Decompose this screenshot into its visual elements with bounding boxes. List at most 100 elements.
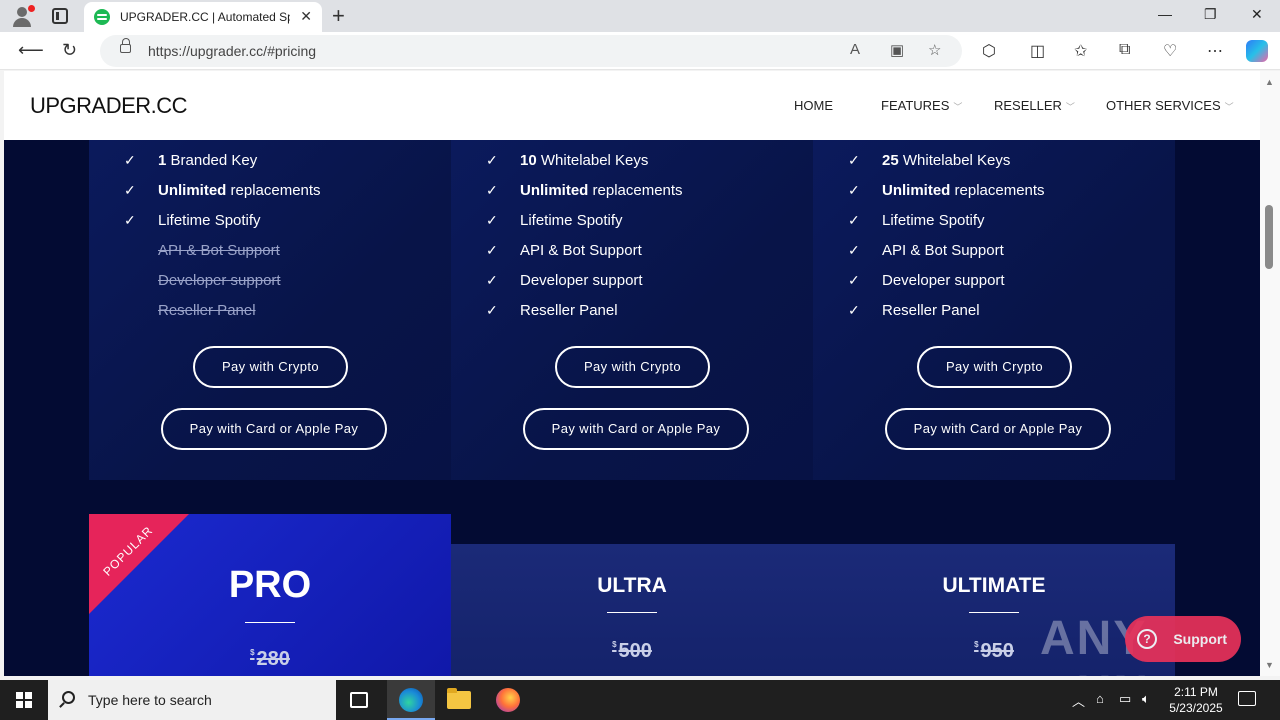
chevron-down-icon: ﹀ <box>953 102 963 112</box>
tab-actions-icon[interactable] <box>52 8 68 24</box>
copilot-icon[interactable] <box>1246 40 1268 62</box>
pay-card-button[interactable]: Pay with Card or Apple Pay <box>523 408 749 450</box>
page-scrollbar[interactable]: ▲ ▼ <box>1260 71 1280 676</box>
menu-home[interactable]: HOME <box>794 98 833 113</box>
support-label: Support <box>1173 631 1227 647</box>
check-icon: ✓ <box>848 302 860 318</box>
feature-text: Lifetime Spotify <box>520 212 623 229</box>
feature-label: API & Bot Support <box>158 242 280 259</box>
tab-title: UPGRADER.CC | Automated Spotify <box>120 10 290 24</box>
page-viewport: UPGRADER.CC HOME FEATURES ﹀ RESELLER ﹀ OTH… <box>4 71 1260 676</box>
feature-item: ✓ Unlimited replacements <box>848 182 1045 199</box>
chevron-down-icon: ﹀ <box>1224 102 1234 112</box>
edge-icon <box>399 688 423 712</box>
check-icon: ✓ <box>486 242 498 258</box>
feature-label: Lifetime Spotify <box>158 212 261 229</box>
back-icon[interactable]: ⟵ <box>18 40 44 61</box>
windows-start-icon[interactable] <box>16 692 32 708</box>
scroll-thumb[interactable] <box>1265 205 1273 269</box>
feature-text: Unlimited replacements <box>520 182 683 199</box>
check-icon: ✓ <box>486 152 498 168</box>
check-icon: ✓ <box>848 272 860 288</box>
maximize-button[interactable]: ❐ <box>1204 6 1217 23</box>
firefox-icon <box>496 688 520 712</box>
feature-item: ✓ API & Bot Support <box>486 242 642 259</box>
feature-item: API & Bot Support <box>124 242 280 259</box>
feature-label: replacements <box>588 182 683 199</box>
window-close-button[interactable]: ✕ <box>1251 6 1263 23</box>
immersive-reader-icon[interactable]: ▣ <box>890 41 904 59</box>
feature-text: Developer support <box>882 272 1005 289</box>
spotify-favicon-icon <box>94 9 110 25</box>
pay-crypto-button[interactable]: Pay with Crypto <box>917 346 1072 388</box>
extensions-icon[interactable]: ⬡ <box>982 41 996 61</box>
feature-label: Whitelabel Keys <box>898 152 1011 169</box>
taskbar-search[interactable]: Type here to search <box>48 680 336 720</box>
folder-icon <box>447 688 471 709</box>
lock-icon[interactable] <box>120 38 131 53</box>
taskbar-firefox[interactable] <box>484 680 532 720</box>
minimize-button[interactable]: — <box>1158 6 1172 22</box>
read-aloud-icon[interactable]: A <box>850 41 860 58</box>
scroll-down-icon[interactable]: ▼ <box>1265 660 1274 670</box>
pay-card-button[interactable]: Pay with Card or Apple Pay <box>885 408 1111 450</box>
browser-tab-bar: UPGRADER.CC | Automated Spotify ✕ + — ❐ … <box>0 0 1280 32</box>
taskbar-edge[interactable] <box>387 680 435 720</box>
feature-label: replacements <box>226 182 321 199</box>
favorites-icon[interactable]: ✩ <box>1074 41 1087 61</box>
menu-features[interactable]: FEATURES ﹀ <box>881 98 962 113</box>
plan-divider <box>969 612 1019 613</box>
feature-item: ✓ Reseller Panel <box>486 302 618 319</box>
feature-item: ✓ 1 Branded Key <box>124 152 257 169</box>
tab-close-icon[interactable]: ✕ <box>300 8 312 25</box>
browser-tab[interactable]: UPGRADER.CC | Automated Spotify ✕ <box>84 2 322 32</box>
pay-card-button[interactable]: Pay with Card or Apple Pay <box>161 408 387 450</box>
site-logo[interactable]: UPGRADER.CC <box>30 93 188 119</box>
feature-quantity: 10 <box>520 152 537 169</box>
feature-label: Developer support <box>520 272 643 289</box>
feature-text: Lifetime Spotify <box>882 212 985 229</box>
menu-reseller[interactable]: RESELLER ﹀ <box>994 98 1075 113</box>
feature-text: API & Bot Support <box>882 242 1004 259</box>
more-options-icon[interactable]: ⋯ <box>1207 41 1223 61</box>
network-icon[interactable]: ⌂ <box>1096 691 1104 706</box>
notifications-icon[interactable] <box>1238 691 1256 706</box>
browser-essentials-icon[interactable]: ♡ <box>1163 41 1177 61</box>
pay-crypto-button[interactable]: Pay with Crypto <box>555 346 710 388</box>
system-clock[interactable]: 2:11 PM 5/23/2025 <box>1164 684 1228 716</box>
help-icon: ? <box>1137 629 1157 649</box>
plan-divider <box>245 622 295 623</box>
feature-text: API & Bot Support <box>158 242 280 259</box>
profile-icon[interactable] <box>12 5 35 27</box>
plan-divider <box>607 612 657 613</box>
pay-crypto-button[interactable]: Pay with Crypto <box>193 346 348 388</box>
feature-item: Developer support <box>124 272 281 289</box>
plan-price: $280 <box>250 648 290 670</box>
url-text[interactable]: https://upgrader.cc/#pricing <box>148 43 316 59</box>
taskbar-explorer[interactable] <box>435 680 483 720</box>
plan-price: $500 <box>612 640 652 662</box>
tray-chevron-icon[interactable]: ︿ <box>1072 691 1085 710</box>
collections-icon[interactable]: ⧉ <box>1119 41 1130 59</box>
feature-item: Reseller Panel <box>124 302 256 319</box>
battery-icon[interactable]: ▭ <box>1119 691 1131 707</box>
feature-label: Developer support <box>158 272 281 289</box>
scroll-up-icon[interactable]: ▲ <box>1265 77 1274 87</box>
check-icon: ✓ <box>848 182 860 198</box>
feature-text: Reseller Panel <box>882 302 980 319</box>
split-screen-icon[interactable]: ◫ <box>1030 41 1045 61</box>
menu-other-services[interactable]: OTHER SERVICES ﹀ <box>1106 98 1234 113</box>
refresh-icon[interactable]: ↻ <box>62 40 77 61</box>
feature-text: API & Bot Support <box>520 242 642 259</box>
check-icon: ✓ <box>124 212 136 228</box>
volume-icon[interactable]: 🔈︎ <box>1142 691 1150 707</box>
feature-text: Unlimited replacements <box>882 182 1045 199</box>
address-bar[interactable]: https://upgrader.cc/#pricing A ▣ ☆ <box>100 35 962 67</box>
task-view-icon[interactable] <box>350 692 368 708</box>
favorite-star-icon[interactable]: ☆ <box>928 41 941 59</box>
support-button[interactable]: ? Support <box>1125 616 1241 662</box>
feature-text: Developer support <box>158 272 281 289</box>
plan-card-top: ✓ 10 Whitelabel Keys ✓ Unlimited replacemen… <box>451 140 813 480</box>
new-tab-button[interactable]: + <box>332 3 345 29</box>
plan-name: PRO <box>228 564 312 606</box>
